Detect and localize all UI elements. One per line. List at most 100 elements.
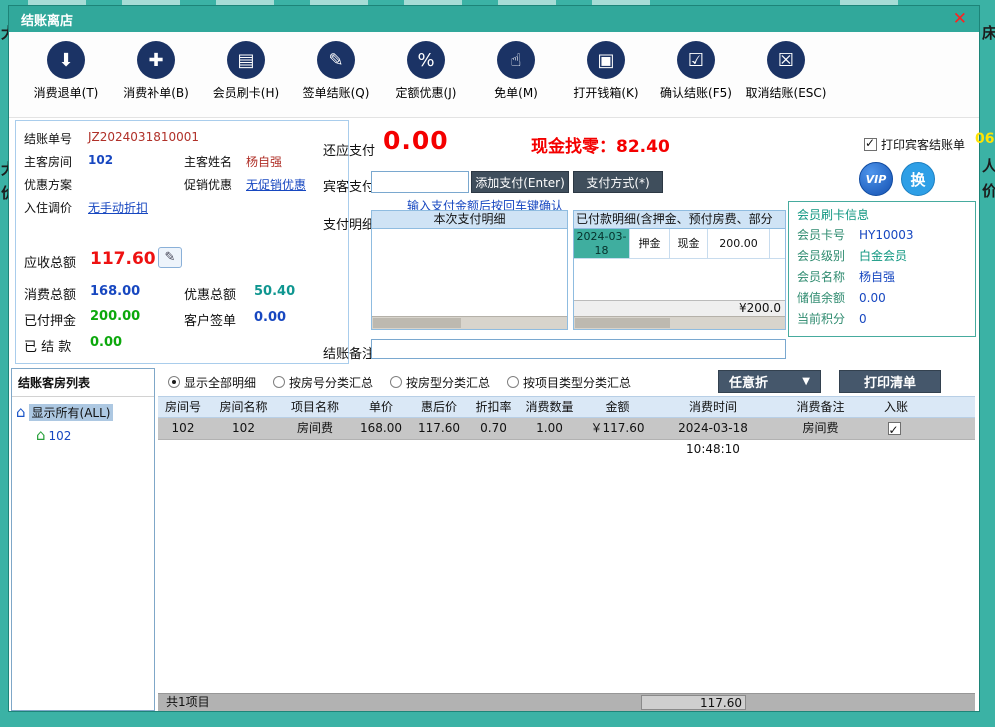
payment-method-button[interactable]: 支付方式(*) (573, 171, 663, 193)
paid-amount-cell: 200.00 (708, 229, 770, 258)
paid-detail-listbox: 已付款明细(含押金、预付房费、部分 2024-03-18 押金 现金 200.0… (573, 210, 786, 330)
main-room-value: 102 (88, 153, 113, 167)
cell-consume-time: 2024-03-18 10:48:10 (656, 418, 770, 439)
member-balance-label: 储值余额 (797, 290, 859, 307)
paid-total: ¥200.0 (574, 300, 785, 316)
free-order-label: 免单(M) (494, 84, 538, 101)
bill-no-label: 结账单号 (24, 130, 72, 147)
tree-item-room-102[interactable]: ⌂ 102 (12, 428, 154, 443)
refund-order-label: 消费退单(T) (34, 84, 99, 101)
add-payment-button[interactable]: 添加支付(Enter) (471, 171, 569, 193)
table-body (158, 440, 975, 671)
checkbox-icon (864, 138, 877, 151)
free-order-button[interactable]: ☝ 免单(M) (471, 41, 561, 117)
customer-sign-label: 客户签单 (184, 310, 236, 329)
cell-filler (921, 418, 975, 439)
payment-area: 还应支付 0.00 现金找零：82.40 宾客支付 添加支付(Enter) 支付… (319, 120, 786, 366)
print-guest-bill-checkbox[interactable]: 打印宾客结账单 (864, 136, 965, 153)
member-row: 当前积分 0 (789, 309, 975, 330)
radio-icon (390, 376, 402, 388)
col-header: 消费数量 (520, 397, 579, 417)
fixed-discount-button[interactable]: % 定额优惠(J) (381, 41, 471, 117)
promo-link[interactable]: 无促销优惠 (246, 176, 306, 193)
sign-bill-button[interactable]: ✎ 签单结账(Q) (291, 41, 381, 117)
table-header-row: 房间号 房间名称 项目名称 单价 惠后价 折扣率 消费数量 金额 消费时间 消费… (158, 396, 975, 418)
cash-change-text: 现金找零：82.40 (531, 132, 670, 157)
guest-pay-input[interactable] (371, 171, 469, 193)
cell-amount: ￥117.60 (579, 418, 656, 439)
radio-group-by-room-no[interactable]: 按房号分类汇总 (273, 374, 373, 391)
close-icon[interactable]: ✕ (953, 11, 967, 28)
member-row: 储值余额 0.00 (789, 288, 975, 309)
add-order-button[interactable]: ✚ 消费补单(B) (111, 41, 201, 117)
confirm-checkout-button[interactable]: ☑ 确认结账(F5) (651, 41, 741, 117)
paid-detail-row[interactable]: 2024-03-18 押金 现金 200.00 (574, 229, 785, 259)
col-header: 房间号 (158, 397, 208, 417)
horizontal-scrollbar[interactable] (372, 316, 567, 329)
row-posted-checkbox[interactable] (888, 422, 901, 435)
room-list-title: 结账客房列表 (12, 369, 154, 397)
discount-total-value: 50.40 (254, 284, 295, 299)
cancel-checkout-label: 取消结账(ESC) (746, 84, 827, 101)
col-header: 金额 (579, 397, 656, 417)
dialog-title: 结账离店 (21, 10, 73, 29)
consume-total-value: 168.00 (90, 284, 140, 299)
discount-plan-label: 优惠方案 (24, 176, 72, 193)
swap-member-button[interactable]: 换 (901, 162, 935, 196)
member-name-value: 杨自强 (859, 269, 895, 286)
print-guest-bill-label: 打印宾客结账单 (881, 138, 965, 152)
vip-badge[interactable]: VIP (859, 162, 893, 196)
member-points-label: 当前积分 (797, 311, 859, 328)
radio-label: 显示全部明细 (184, 374, 256, 391)
member-balance-value: 0.00 (859, 290, 886, 307)
guest-pay-label: 宾客支付 (323, 176, 375, 195)
radio-icon (168, 376, 180, 388)
fixed-discount-label: 定额优惠(J) (396, 84, 457, 101)
cash-drawer-icon: ▣ (587, 41, 625, 79)
background-text-fragment: 人 (982, 155, 995, 176)
receivable-value: 117.60 (90, 249, 156, 269)
dialog-titlebar[interactable]: 结账离店 ✕ (9, 6, 979, 32)
open-cash-drawer-button[interactable]: ▣ 打开钱箱(K) (561, 41, 651, 117)
radio-icon (273, 376, 285, 388)
col-header: 折扣率 (467, 397, 520, 417)
table-row[interactable]: 102 102 房间费 168.00 117.60 0.70 1.00 ￥117… (158, 418, 975, 440)
house-icon: ⌂ (36, 428, 46, 443)
guest-name-label: 主客姓名 (184, 153, 232, 170)
refund-order-button[interactable]: ⬇ 消费退单(T) (21, 41, 111, 117)
cancel-checkout-icon: ☒ (767, 41, 805, 79)
tree-item-label: 102 (49, 429, 72, 443)
radio-group-by-room-type[interactable]: 按房型分类汇总 (390, 374, 490, 391)
current-payment-title: 本次支付明细 (372, 211, 567, 229)
price-adjust-link[interactable]: 无手动折扣 (88, 199, 148, 216)
radio-label: 按房号分类汇总 (289, 374, 373, 391)
member-row: 会员级别 白金会员 (789, 246, 975, 267)
col-header: 房间名称 (208, 397, 279, 417)
desktop-background: { "background": { "fragments": [ {"text"… (0, 0, 995, 727)
member-card-button[interactable]: ▤ 会员刷卡(H) (201, 41, 291, 117)
horizontal-scrollbar[interactable] (574, 316, 785, 329)
add-order-label: 消费补单(B) (123, 84, 189, 101)
any-discount-label: 任意折 (729, 372, 768, 391)
any-discount-button[interactable]: 任意折 ▼ (718, 370, 821, 393)
cancel-checkout-button[interactable]: ☒ 取消结账(ESC) (741, 41, 831, 117)
radio-show-all-detail[interactable]: 显示全部明细 (168, 374, 256, 391)
paid-date-cell: 2024-03-18 (574, 229, 630, 258)
col-header-filler (921, 397, 975, 417)
cell-posted (871, 418, 921, 439)
receivable-label: 应收总额 (24, 252, 76, 271)
radio-group-by-item-type[interactable]: 按项目类型分类汇总 (507, 374, 631, 391)
guest-name-value: 杨自强 (246, 153, 282, 170)
member-row: 会员名称 杨自强 (789, 267, 975, 288)
bill-no-value: JZ2024031810001 (88, 130, 199, 144)
edit-receivable-icon[interactable]: ✎ (158, 247, 182, 268)
col-header: 消费备注 (770, 397, 871, 417)
house-icon: ⌂ (16, 405, 26, 420)
settled-label: 已 结 款 (24, 336, 71, 355)
radio-label: 按房型分类汇总 (406, 374, 490, 391)
tree-item-show-all[interactable]: ⌂ 显示所有(ALL) (12, 404, 154, 421)
checkout-remark-input[interactable] (371, 339, 786, 359)
background-text-fragment: 价 (982, 180, 995, 201)
print-list-button[interactable]: 打印清单 (839, 370, 941, 393)
fixed-discount-icon: % (407, 41, 445, 79)
